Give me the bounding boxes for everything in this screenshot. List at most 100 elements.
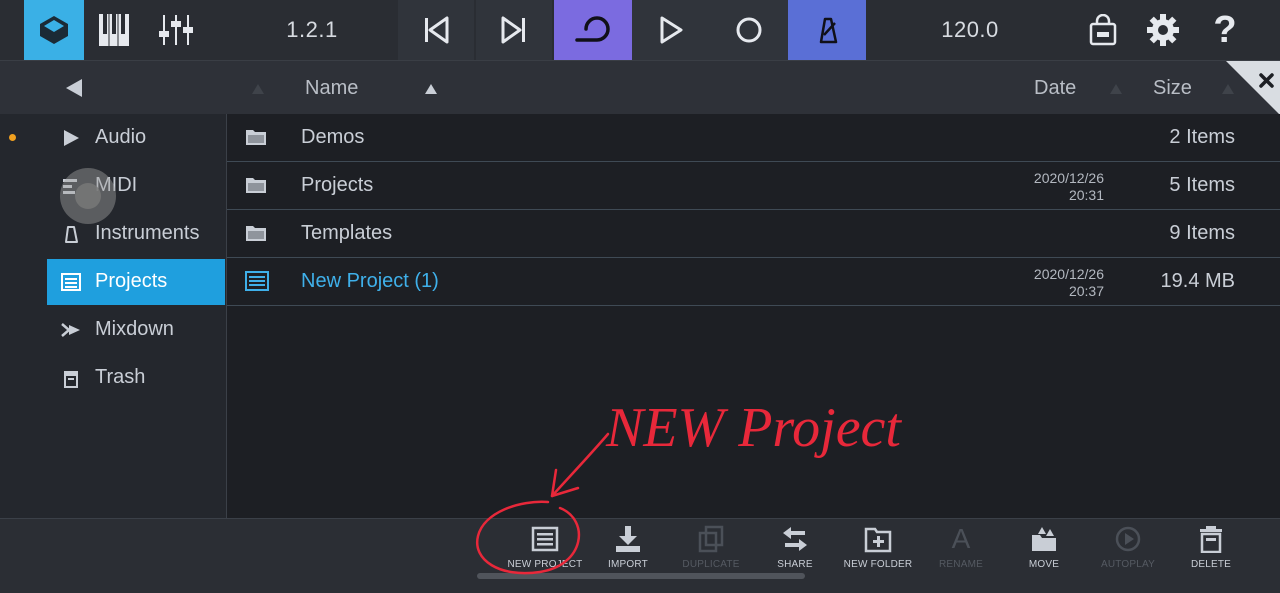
folder-icon <box>246 226 266 241</box>
mixer-button[interactable] <box>146 0 206 60</box>
file-name: Projects <box>301 174 374 196</box>
file-date-day: 2020/12/26 <box>1033 170 1104 186</box>
tempo-display[interactable]: 120.0 <box>910 0 1030 60</box>
list-item-templates[interactable]: Templates 9 Items <box>227 210 1280 258</box>
column-header-date[interactable]: Date <box>1034 77 1076 100</box>
rename-label: RENAME <box>939 559 983 570</box>
record-button[interactable] <box>710 0 788 60</box>
file-name: Templates <box>301 222 393 244</box>
rename-button[interactable]: A RENAME <box>916 525 1006 581</box>
horizontal-scrollbar[interactable] <box>477 573 805 579</box>
new-folder-button[interactable]: NEW FOLDER <box>833 525 923 581</box>
sidebar-item-audio[interactable]: Audio <box>47 115 225 161</box>
import-label: IMPORT <box>608 559 648 570</box>
autoplay-button[interactable]: AUTOPLAY <box>1083 525 1173 581</box>
folder-plus-icon <box>864 527 892 553</box>
duplicate-label: DUPLICATE <box>682 559 740 570</box>
piano-keys-icon <box>99 14 129 46</box>
close-browser-button[interactable] <box>1226 61 1280 115</box>
share-label: SHARE <box>777 559 813 570</box>
sidebar-item-label: Mixdown <box>95 318 174 340</box>
file-name: Demos <box>301 126 365 148</box>
top-toolbar: 1.2.1 120.0 ? <box>0 0 1280 60</box>
file-date-time: 20:37 <box>1068 283 1104 299</box>
sidebar-item-label: Instruments <box>95 222 200 244</box>
delete-label: DELETE <box>1190 559 1232 570</box>
share-arrows-icon <box>783 527 807 551</box>
download-icon <box>616 526 640 552</box>
file-size: 19.4 MB <box>1160 270 1235 292</box>
gear-icon <box>1147 14 1179 46</box>
sort-ascending-icon <box>425 84 437 94</box>
file-date: 2020/12/26 20:31 <box>1034 170 1104 204</box>
list-item-projects[interactable]: Projects 2020/12/26 20:31 5 Items <box>227 162 1280 210</box>
mixer-faders-icon <box>159 15 193 45</box>
list-item-demos[interactable]: Demos 2 Items <box>227 114 1280 162</box>
sidebar-item-projects[interactable]: Projects <box>47 259 225 305</box>
folder-icon <box>246 178 266 193</box>
sort-indicator-icon <box>1110 84 1122 94</box>
sort-indicator-icon <box>252 84 264 94</box>
skip-forward-icon <box>501 16 525 44</box>
touch-indicator <box>60 168 116 224</box>
play-triangle-icon <box>64 130 79 146</box>
trash-icon <box>64 371 78 388</box>
loop-icon <box>575 16 610 42</box>
file-date: 2020/12/26 20:37 <box>1034 266 1104 300</box>
activity-dot <box>9 134 16 141</box>
file-size: 5 Items <box>1169 174 1235 196</box>
cube-icon <box>40 16 68 44</box>
mixdown-icon <box>61 323 80 337</box>
shop-button[interactable] <box>1078 0 1128 60</box>
play-icon <box>660 16 683 44</box>
autoplay-label: AUTOPLAY <box>1100 559 1156 570</box>
rename-letter-icon: A <box>951 523 971 554</box>
help-button[interactable]: ? <box>1200 0 1250 60</box>
skip-back-icon <box>425 16 449 44</box>
sidebar-item-mixdown[interactable]: Mixdown <box>47 307 225 353</box>
trash-icon <box>1200 526 1222 553</box>
column-header-name[interactable]: Name <box>305 77 358 100</box>
browser-action-bar: NEW PROJECT IMPORT DUPLICATE SHARE NEW F… <box>0 518 1280 593</box>
keyboard-button[interactable] <box>84 0 144 60</box>
file-date-time: 20:31 <box>1068 187 1104 203</box>
project-file-icon <box>61 273 81 291</box>
move-folder-icon <box>1032 527 1056 551</box>
position-display[interactable]: 1.2.1 <box>252 0 372 60</box>
loop-button[interactable] <box>554 0 632 60</box>
move-label: MOVE <box>1028 559 1060 570</box>
play-circle-icon <box>1115 526 1141 552</box>
browser-header: Name Date Size <box>0 60 1280 115</box>
sidebar-item-label: Trash <box>95 366 146 388</box>
move-button[interactable]: MOVE <box>999 525 1089 581</box>
sidebar-item-label: Projects <box>95 270 168 292</box>
back-button[interactable] <box>66 79 82 97</box>
instrument-icon <box>65 226 78 243</box>
sidebar-item-label: Audio <box>95 126 147 148</box>
close-corner-icon <box>1226 61 1280 115</box>
folder-icon <box>246 130 266 145</box>
play-button[interactable] <box>632 0 710 60</box>
file-name: New Project (1) <box>301 270 439 292</box>
forward-button[interactable] <box>476 0 552 60</box>
question-mark-icon: ? <box>1213 8 1237 51</box>
column-header-size[interactable]: Size <box>1153 77 1192 100</box>
rewind-button[interactable] <box>398 0 474 60</box>
new-project-label: NEW PROJECT <box>507 559 583 570</box>
delete-button[interactable]: DELETE <box>1166 525 1256 581</box>
file-date-day: 2020/12/26 <box>1033 266 1104 282</box>
shopping-bag-icon <box>1089 14 1117 46</box>
metronome-icon <box>819 17 838 44</box>
list-item-new-project[interactable]: New Project (1) 2020/12/26 20:37 19.4 MB <box>227 258 1280 306</box>
new-folder-label: NEW FOLDER <box>843 559 913 570</box>
settings-button[interactable] <box>1138 0 1188 60</box>
sidebar-item-trash[interactable]: Trash <box>47 355 225 401</box>
metronome-button[interactable] <box>788 0 866 60</box>
project-file-icon <box>245 271 269 291</box>
file-size: 9 Items <box>1169 222 1235 244</box>
browser-toggle-button[interactable] <box>24 0 84 60</box>
browser-sidebar: Audio MIDI Instruments Projects Mixdown <box>0 114 227 518</box>
record-icon <box>736 17 762 43</box>
file-list: Demos 2 Items Projects 2020/12/26 20:31 … <box>227 114 1280 518</box>
duplicate-icon <box>698 525 724 553</box>
